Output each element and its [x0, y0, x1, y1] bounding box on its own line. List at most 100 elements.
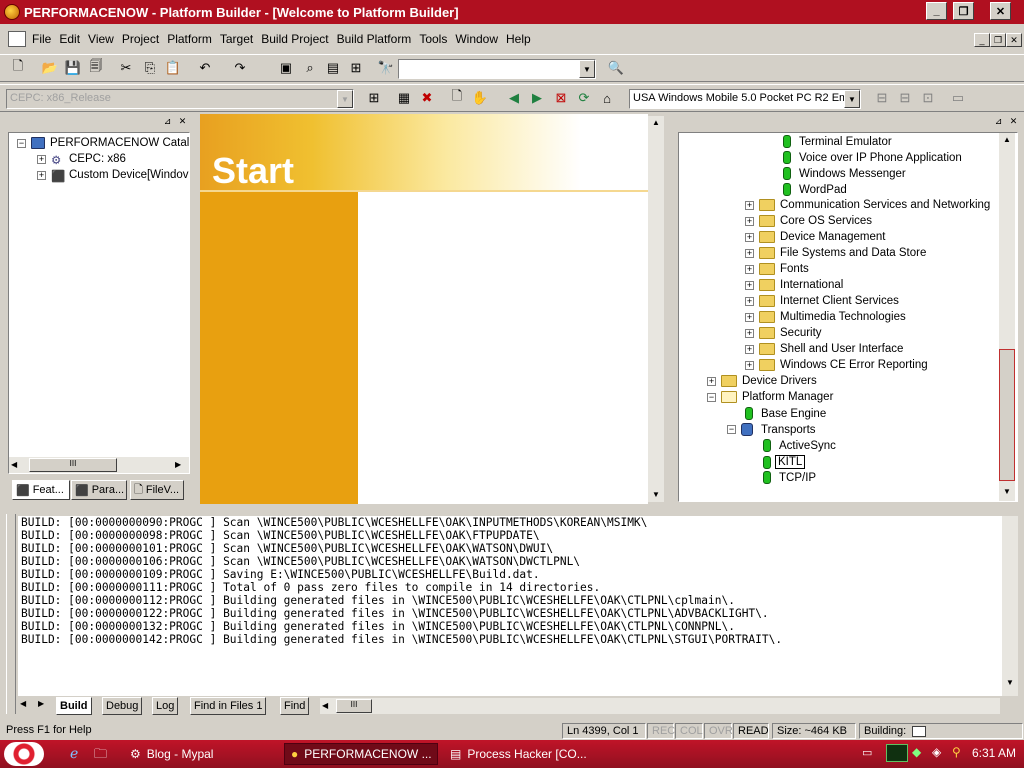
home-icon[interactable]: ⌂ — [597, 88, 617, 108]
scroll-right-icon[interactable]: ▶ — [175, 460, 181, 469]
horizontal-scrollbar[interactable]: ◀ III ▶ — [9, 457, 189, 473]
catalog-folder-device-drivers[interactable]: + Device Drivers — [707, 375, 817, 387]
menu-build-project[interactable]: Build Project — [257, 32, 332, 46]
catalog-item-base-engine[interactable]: Base Engine — [745, 407, 826, 420]
catalog-item[interactable]: Terminal Emulator — [783, 135, 892, 148]
catalog-folder[interactable]: + Internet Client Services — [745, 295, 899, 307]
menu-project[interactable]: Project — [118, 32, 163, 46]
output-vertical-scrollbar[interactable]: ▼ — [1002, 516, 1018, 696]
tab-debug[interactable]: Debug — [102, 697, 143, 715]
attach-icon[interactable]: 🗋 — [447, 88, 467, 108]
scroll-left-icon[interactable]: ◀ — [11, 460, 17, 469]
save-all-icon[interactable]: 🗐 — [86, 58, 106, 78]
find-in-files-icon[interactable]: 🔭 — [376, 58, 396, 78]
start-button[interactable] — [4, 742, 44, 766]
locale-combo[interactable]: USA Windows Mobile 5.0 Pocket PC R2 Em ▼ — [629, 89, 861, 109]
chevron-down-icon[interactable]: ▼ — [844, 90, 860, 108]
undo-icon[interactable]: ↶ — [195, 58, 215, 78]
output-icon[interactable]: ▤ — [323, 58, 343, 78]
pane-options-icon[interactable]: ⊿ — [993, 117, 1004, 128]
keyboard-tray-icon[interactable]: ▭ — [862, 746, 872, 759]
catalog-item-transports[interactable]: − Transports — [727, 423, 816, 436]
redo-icon[interactable]: ↷ — [230, 58, 250, 78]
window-icon[interactable]: ▣ — [276, 58, 296, 78]
target-icon[interactable]: ⊡ — [918, 88, 938, 108]
refresh-icon[interactable]: ⟳ — [574, 88, 594, 108]
catalog-folder[interactable]: + Windows CE Error Reporting — [745, 359, 928, 371]
forward-icon[interactable]: ▶ — [527, 88, 547, 108]
open-folder-icon[interactable]: 📂 — [40, 58, 60, 78]
menu-platform[interactable]: Platform — [163, 32, 216, 46]
tab-features[interactable]: ⬛ Feat... — [12, 480, 70, 500]
catalog-folder[interactable]: + Multimedia Technologies — [745, 311, 906, 323]
catalog-folder[interactable]: + Fonts — [745, 263, 809, 275]
task-process-hacker[interactable]: ▤ Process Hacker [CO... — [444, 743, 600, 765]
menu-build-platform[interactable]: Build Platform — [333, 32, 416, 46]
catalog-folder[interactable]: + International — [745, 279, 843, 291]
catalog-folder[interactable]: + Security — [745, 327, 822, 339]
tree-item-custom-device[interactable]: + ⬛ Custom Device[Windov — [37, 169, 189, 183]
pane-close-icon[interactable]: ✕ — [177, 117, 188, 128]
start-vertical-scrollbar[interactable]: ▲ ▼ — [648, 116, 664, 502]
workspace-icon[interactable]: ⊞ — [346, 58, 366, 78]
chevron-down-icon[interactable]: ▼ — [337, 90, 353, 108]
menu-window[interactable]: Window — [451, 32, 502, 46]
scroll-down-icon[interactable]: ▼ — [1003, 487, 1011, 496]
tab-scroll-right-icon[interactable]: ▶ — [38, 699, 44, 708]
device-config-icon[interactable]: ⊟ — [895, 88, 915, 108]
catalog-item[interactable]: Voice over IP Phone Application — [783, 151, 962, 164]
scroll-thumb[interactable]: III — [336, 699, 372, 713]
catalog-folder[interactable]: + File Systems and Data Store — [745, 247, 926, 259]
dock-grip[interactable] — [6, 514, 16, 714]
scroll-up-icon[interactable]: ▲ — [652, 118, 660, 127]
hand-icon[interactable]: ✋ — [470, 88, 490, 108]
configuration-combo[interactable]: CEPC: x86_Release ▼ — [6, 89, 354, 109]
tab-fileview[interactable]: 🗋 FileV... — [130, 480, 184, 500]
minimize-button[interactable]: _ — [926, 2, 947, 20]
menu-file[interactable]: File — [28, 32, 55, 46]
scroll-down-icon[interactable]: ▼ — [1006, 678, 1014, 687]
close-button[interactable]: ✕ — [990, 2, 1011, 20]
catalog-item[interactable]: WordPad — [783, 183, 847, 196]
task-performacenow[interactable]: ● PERFORMACENOW ... — [284, 743, 438, 765]
catalog-folder[interactable]: + Device Management — [745, 231, 885, 243]
catalog-folder[interactable]: + Core OS Services — [745, 215, 872, 227]
build-all-icon[interactable]: ▦ — [394, 88, 414, 108]
scroll-thumb[interactable] — [999, 349, 1015, 481]
document-icon[interactable] — [8, 31, 26, 47]
tab-find[interactable]: Find — [280, 697, 310, 715]
task-blog-mypal[interactable]: ⚙ Blog - Mypal — [124, 743, 280, 765]
menu-tools[interactable]: Tools — [415, 32, 451, 46]
browser-quicklaunch-icon[interactable]: ℯ — [70, 745, 78, 762]
network-tray-icon[interactable]: ◆ — [912, 745, 921, 759]
build-output[interactable]: BUILD: [00:0000000090:PROGC ] Scan \WINC… — [18, 516, 1002, 696]
menu-edit[interactable]: Edit — [55, 32, 84, 46]
tree-root[interactable]: − PERFORMACENOW Catal — [17, 137, 189, 149]
device-icon[interactable]: ⊟ — [872, 88, 892, 108]
menu-help[interactable]: Help — [502, 32, 535, 46]
tab-build[interactable]: Build — [56, 697, 92, 715]
stop-icon[interactable]: ⊠ — [551, 88, 571, 108]
catalog-folder[interactable]: + Communication Services and Networking — [745, 199, 990, 211]
scroll-down-icon[interactable]: ▼ — [652, 490, 660, 499]
tab-find-in-files[interactable]: Find in Files 1 — [190, 697, 267, 715]
build-icon[interactable]: ⊞ — [364, 88, 384, 108]
pane-options-icon[interactable]: ⊿ — [162, 117, 173, 128]
maximize-button[interactable]: ❐ — [953, 2, 974, 20]
emulator-icon[interactable]: ▭ — [948, 88, 968, 108]
find-combo[interactable]: ▼ — [398, 59, 596, 79]
scroll-up-icon[interactable]: ▲ — [1003, 135, 1011, 144]
catalog-item[interactable]: Windows Messenger — [783, 167, 906, 180]
mdi-restore-button[interactable]: ❐ — [990, 33, 1006, 47]
volume-tray-icon[interactable]: ◈ — [932, 745, 941, 759]
stop-build-icon[interactable]: ✖ — [417, 88, 437, 108]
back-icon[interactable]: ◀ — [504, 88, 524, 108]
save-icon[interactable]: 💾 — [63, 58, 83, 78]
new-icon[interactable]: 🗋 — [8, 58, 28, 78]
scroll-thumb[interactable]: III — [29, 458, 117, 472]
search-tray-icon[interactable]: ⚲ — [952, 745, 961, 759]
chevron-down-icon[interactable]: ▼ — [579, 60, 595, 78]
tree-item-cepc[interactable]: + ⚙ CEPC: x86 — [37, 153, 126, 167]
help-pointer-icon[interactable]: 🔍 — [606, 58, 626, 78]
tab-scroll-left-icon[interactable]: ◀ — [20, 699, 26, 708]
